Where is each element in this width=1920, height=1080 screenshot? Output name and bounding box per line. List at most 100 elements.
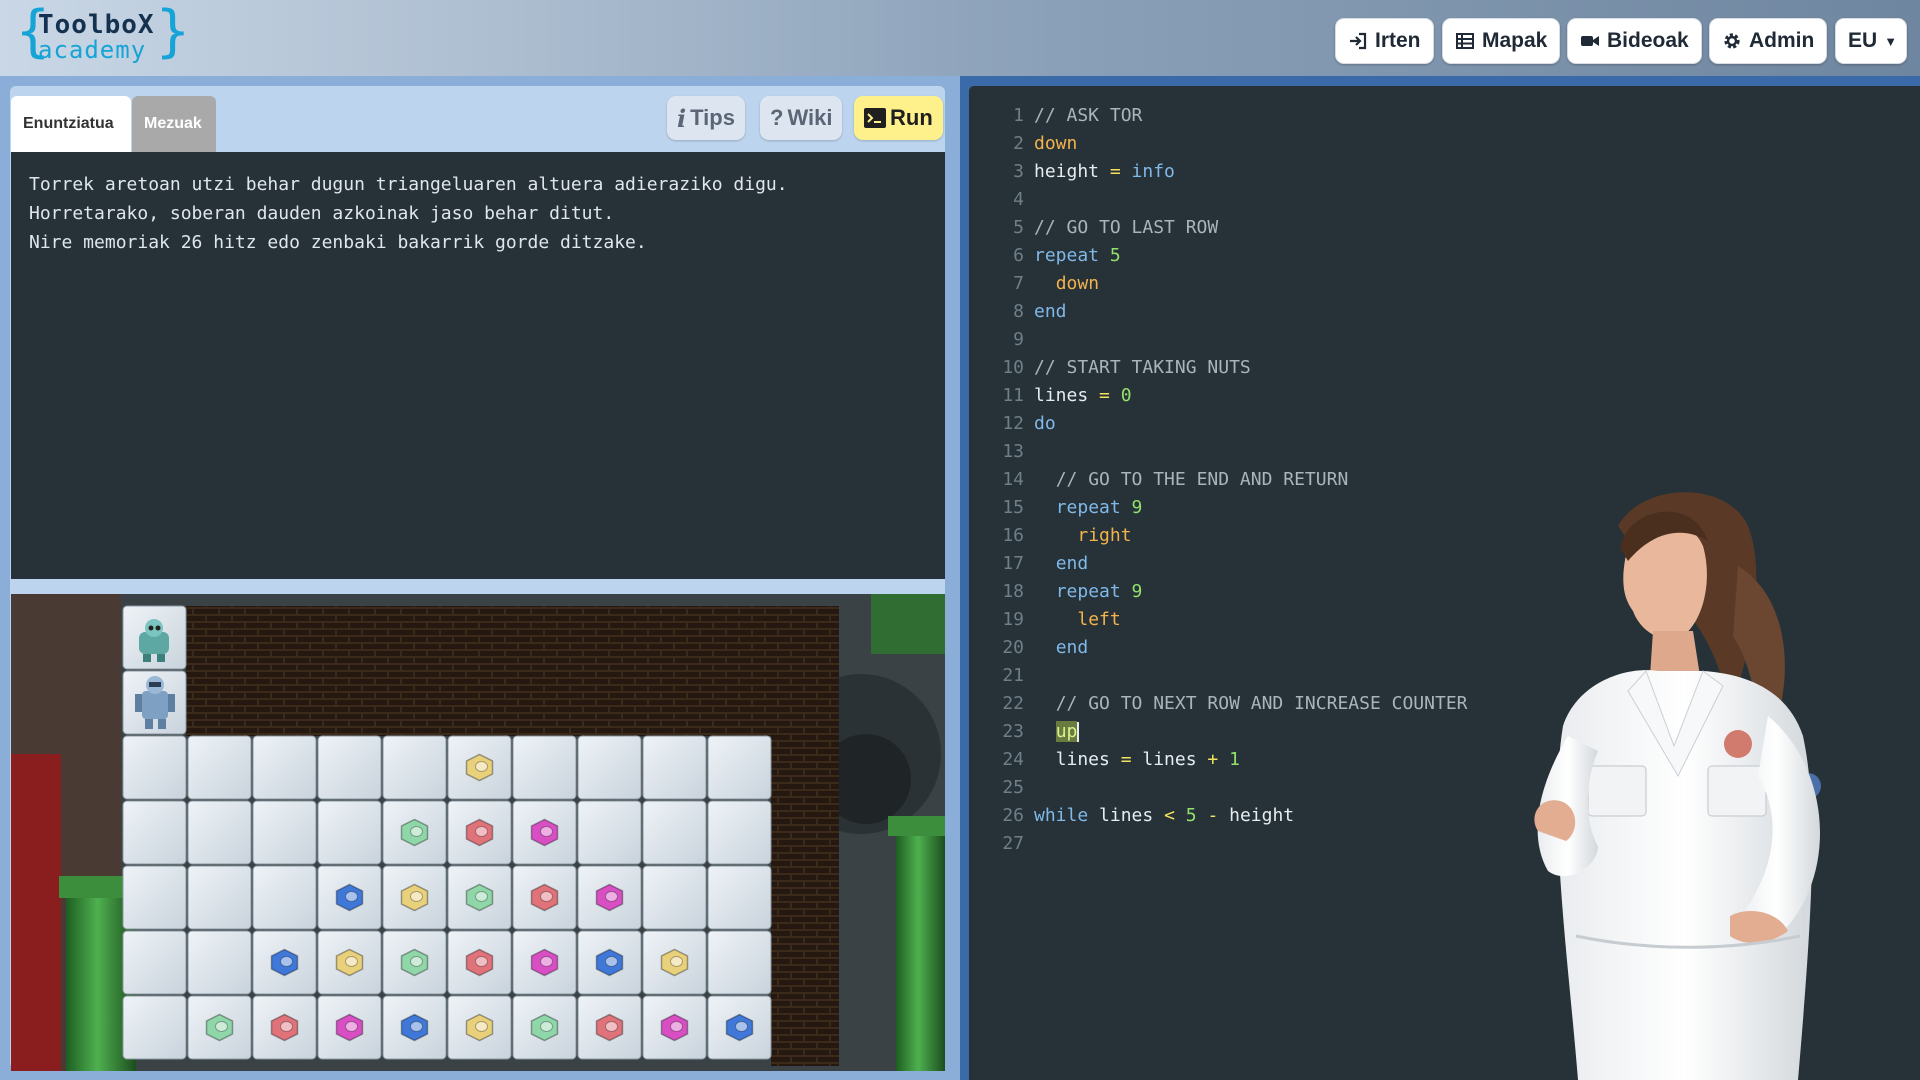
presenter-video-overlay — [1534, 492, 1821, 1080]
line-number: 23 — [1002, 721, 1024, 742]
maps-button-label: Mapak — [1482, 29, 1548, 52]
nut-gold — [465, 1013, 494, 1042]
code-line[interactable]: 20 end — [969, 634, 1468, 662]
nut-blue — [725, 1013, 754, 1042]
statement-text: Torrek aretoan utzi behar dugun triangel… — [11, 152, 945, 579]
code-token: // START TAKING NUTS — [1034, 357, 1251, 378]
game-board-view — [11, 594, 945, 1071]
code-token: end — [1034, 301, 1067, 322]
text-cursor — [1077, 722, 1080, 742]
run-button[interactable]: Run — [854, 96, 943, 140]
code-line[interactable]: 12 do — [969, 410, 1468, 438]
floor-tile — [187, 865, 252, 930]
nut-green — [530, 1013, 559, 1042]
code-line[interactable]: 22 // GO TO NEXT ROW AND INCREASE COUNTE… — [969, 690, 1468, 718]
tab-messages[interactable]: Mezuak — [132, 96, 216, 152]
code-line[interactable]: 1 // ASK TOR — [969, 102, 1468, 130]
code-token: end — [1055, 637, 1089, 658]
code-text: left — [1034, 609, 1121, 630]
nut-magenta — [530, 818, 559, 847]
code-line[interactable]: 4 — [969, 186, 1468, 214]
floor-tile — [252, 735, 317, 800]
question-icon: ? — [770, 105, 784, 130]
nut-green — [205, 1013, 234, 1042]
code-line[interactable]: 2 down — [969, 130, 1468, 158]
code-token: 5 — [1185, 805, 1197, 826]
floor-tile — [122, 735, 187, 800]
line-number: 27 — [1002, 833, 1024, 854]
floor-tile — [512, 735, 577, 800]
code-token: right — [1077, 525, 1132, 546]
wiki-button[interactable]: ? Wiki — [760, 96, 843, 140]
code-line[interactable]: 19 left — [969, 606, 1468, 634]
line-number: 2 — [1013, 133, 1024, 154]
code-token: lines — [1034, 749, 1121, 770]
code-line[interactable]: 8 end — [969, 298, 1468, 326]
code-token: // GO TO NEXT ROW AND INCREASE COUNTER — [1055, 693, 1468, 714]
line-number: 15 — [1002, 497, 1024, 518]
code-line[interactable]: 5 // GO TO LAST ROW — [969, 214, 1468, 242]
code-line[interactable]: 17 end — [969, 550, 1468, 578]
videos-button[interactable]: Bideoak — [1567, 18, 1702, 64]
code-line[interactable]: 25 — [969, 774, 1468, 802]
code-text: // ASK TOR — [1034, 105, 1142, 126]
code-line[interactable]: 10 // START TAKING NUTS — [969, 354, 1468, 382]
code-line[interactable]: 6 repeat 5 — [969, 242, 1468, 270]
code-line[interactable]: 21 — [969, 662, 1468, 690]
code-text: down — [1034, 273, 1099, 294]
scenery-pipe-top — [871, 594, 945, 654]
line-number: 10 — [1002, 357, 1024, 378]
code-text: repeat 9 — [1034, 581, 1143, 602]
tab-statement-label: Enuntziatua — [23, 115, 114, 132]
code-token: = — [1120, 749, 1132, 770]
code-line[interactable]: 27 — [969, 830, 1468, 858]
table-icon — [1456, 33, 1474, 49]
code-line[interactable]: 7 down — [969, 270, 1468, 298]
floor-tile — [642, 735, 707, 800]
scenery-pipe-right-rim — [888, 816, 945, 836]
toolbox-academy-logo[interactable]: { ToolboX academy } — [16, 2, 190, 66]
floor-tile — [642, 865, 707, 930]
nut-blue — [595, 948, 624, 977]
code-line[interactable]: 16 right — [969, 522, 1468, 550]
code-token: info — [1131, 161, 1175, 182]
code-line[interactable]: 26 while lines < 5 - height — [969, 802, 1468, 830]
nut-blue — [335, 883, 364, 912]
code-line[interactable]: 3 height = info — [969, 158, 1468, 186]
maps-button[interactable]: Mapak — [1442, 18, 1561, 64]
tab-statement[interactable]: Enuntziatua — [11, 96, 131, 152]
line-number: 25 — [1002, 777, 1024, 798]
exit-button[interactable]: Irten — [1335, 18, 1434, 64]
code-text: lines = 0 — [1034, 385, 1132, 406]
code-token: left — [1077, 609, 1121, 630]
code-line[interactable]: 14 // GO TO THE END AND RETURN — [969, 466, 1468, 494]
nut-magenta — [530, 948, 559, 977]
code-text: end — [1034, 301, 1067, 322]
tips-button[interactable]: i Tips — [667, 96, 745, 140]
code-line[interactable]: 23 up — [969, 718, 1468, 746]
code-line[interactable]: 15 repeat 9 — [969, 494, 1468, 522]
code-token: + — [1207, 749, 1219, 770]
game-board — [11, 594, 945, 1071]
language-value: EU — [1848, 29, 1878, 52]
line-number: 21 — [1002, 665, 1024, 686]
language-select[interactable]: EU ▼ — [1835, 18, 1907, 64]
sign-out-icon — [1350, 32, 1367, 50]
tips-button-label: Tips — [690, 105, 735, 130]
code-line[interactable]: 24 lines = lines + 1 — [969, 746, 1468, 774]
code-lines[interactable]: 1 // ASK TOR 2 down 3 height = info 4 5 // GO TO… — [969, 102, 1468, 858]
brick-wall-top — [186, 606, 839, 736]
code-line[interactable]: 9 — [969, 326, 1468, 354]
admin-button[interactable]: Admin — [1709, 18, 1828, 64]
floor-tile — [577, 735, 642, 800]
code-line[interactable]: 11 lines = 0 — [969, 382, 1468, 410]
code-line[interactable]: 13 — [969, 438, 1468, 466]
code-line[interactable]: 18 repeat 9 — [969, 578, 1468, 606]
line-number: 18 — [1002, 581, 1024, 602]
code-token: < — [1164, 805, 1175, 826]
video-camera-icon — [1581, 36, 1599, 46]
